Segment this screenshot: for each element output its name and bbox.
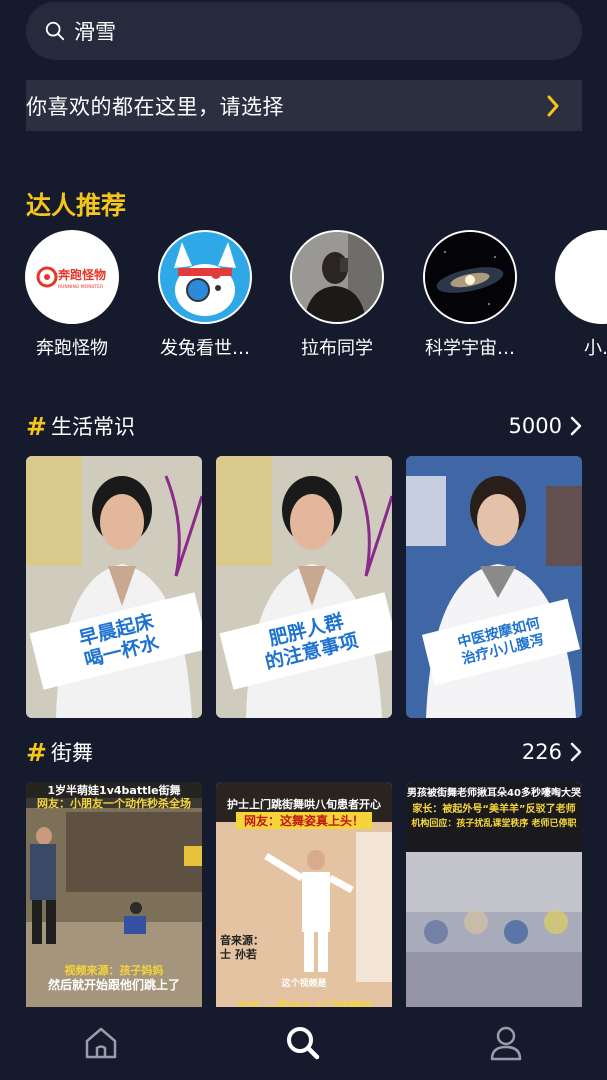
svg-text:RUNNING MONSTER: RUNNING MONSTER	[58, 284, 103, 290]
chevron-right-icon	[547, 95, 559, 116]
creator-item[interactable]: 奔跑怪物 RUNNING MONSTER 奔跑怪物	[6, 230, 138, 360]
cartoon-rabbit-icon	[174, 242, 236, 316]
creator-name: 拉布同学	[301, 338, 373, 359]
creator-item[interactable]: 小…	[536, 230, 607, 360]
search-icon	[45, 21, 65, 41]
creator-name: 发兔看世…	[160, 338, 250, 359]
category-title: 街舞	[50, 741, 93, 765]
running-monster-logo: 奔跑怪物 RUNNING MONSTER	[36, 266, 106, 290]
category-header-street-dance[interactable]: # 街舞 226	[26, 735, 582, 769]
creator-name: 小…	[584, 338, 607, 359]
creators-list: 奔跑怪物 RUNNING MONSTER 奔跑怪物 发兔看世… 拉布同学 科学宇…	[0, 230, 607, 370]
chevron-right-icon	[570, 416, 582, 436]
bottom-nav	[0, 1007, 607, 1080]
video-title-line: 护士上门跳街舞哄八旬患者开心	[227, 798, 381, 811]
video-thumbnail[interactable]: 早晨起床 喝一杯水	[26, 456, 202, 718]
video-row-life: 早晨起床 喝一杯水 肥胖人群 的注意事项 中医按摩如何 治疗小儿腹泻	[26, 456, 582, 718]
hashtag-icon: #	[26, 737, 47, 767]
profile-icon[interactable]	[486, 1023, 526, 1063]
home-icon[interactable]	[81, 1023, 121, 1063]
hashtag-icon: #	[26, 411, 47, 441]
chevron-right-icon	[570, 742, 582, 762]
video-row-street-dance: 1岁半萌娃1v4battle街舞 网友：小朋友一个动作秒杀全场 视频来源：孩子妈…	[26, 782, 582, 1012]
video-thumbnail[interactable]: 1岁半萌娃1v4battle街舞 网友：小朋友一个动作秒杀全场 视频来源：孩子妈…	[26, 782, 202, 1012]
video-thumbnail[interactable]: 护士上门跳街舞哄八旬患者开心 网友：这舞姿真上头！ 音来源： 士 孙若 这个视频…	[216, 782, 392, 1012]
category-title: 生活常识	[50, 415, 135, 439]
preference-banner[interactable]: 你喜欢的都在这里，请选择	[26, 80, 582, 131]
search-bar[interactable]: 滑雪	[26, 2, 582, 60]
avatar	[290, 230, 384, 324]
creator-item[interactable]: 发兔看世…	[139, 230, 271, 360]
video-thumbnail[interactable]: 中医按摩如何 治疗小儿腹泻	[406, 456, 582, 718]
category-count: 5000	[508, 414, 562, 438]
galaxy-image	[425, 232, 515, 322]
category-header-life[interactable]: # 生活常识 5000	[26, 409, 582, 443]
search-icon[interactable]	[283, 1023, 323, 1063]
search-input[interactable]: 滑雪	[74, 16, 116, 46]
video-title-line: 男孩被街舞老师揪耳朵40多秒嚎啕大哭	[407, 788, 581, 799]
video-title-line: 网友：小朋友一个动作秒杀全场	[37, 797, 191, 810]
video-subtitle-line: 然后就开始跟他们跳上了	[47, 978, 180, 992]
creator-name: 科学宇宙…	[425, 338, 515, 359]
creator-item[interactable]: 科学宇宙…	[404, 230, 536, 360]
avatar: 奔跑怪物 RUNNING MONSTER	[25, 230, 119, 324]
video-title-line: 家长：被起外号“美羊羊”反驳了老师	[412, 804, 576, 815]
creators-section-title: 达人推荐	[26, 191, 127, 220]
video-thumbnail[interactable]: 肥胖人群 的注意事项	[216, 456, 392, 718]
creator-name: 奔跑怪物	[36, 338, 108, 359]
video-thumbnail[interactable]: 男孩被街舞老师揪耳朵40多秒嚎啕大哭 家长：被起外号“美羊羊”反驳了老师 机构回…	[406, 782, 582, 1012]
banner-text: 你喜欢的都在这里，请选择	[26, 94, 284, 119]
avatar	[555, 230, 607, 324]
creator-item[interactable]: 拉布同学	[271, 230, 403, 360]
video-title-line: 机构回应：孩子扰乱课堂秩序 老师已停职	[411, 819, 577, 829]
svg-text:奔跑怪物: 奔跑怪物	[57, 267, 106, 282]
video-subtitle-line: 这个视频是	[281, 979, 327, 989]
avatar	[423, 230, 517, 324]
avatar	[158, 230, 252, 324]
person-photo	[292, 232, 382, 322]
video-subtitle-line: 士 孙若	[220, 948, 257, 961]
video-title-line: 网友：这舞姿真上头！	[236, 812, 372, 829]
category-count: 226	[521, 740, 562, 764]
